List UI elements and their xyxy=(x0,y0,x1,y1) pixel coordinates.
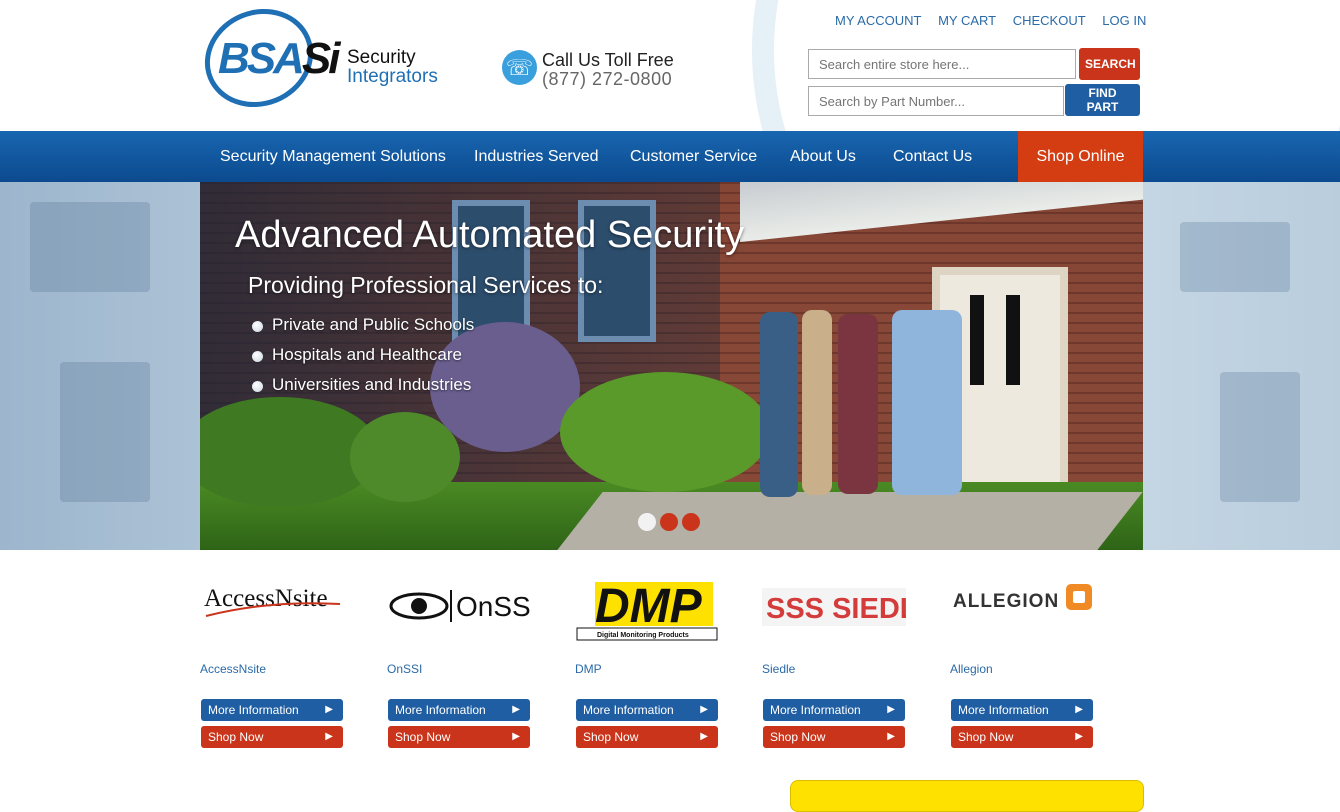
more-information-label: More Information xyxy=(395,703,486,717)
allegion-logo[interactable]: ALLEGION xyxy=(950,570,1094,642)
account-links: MY ACCOUNT MY CART CHECKOUT LOG IN xyxy=(835,13,1159,28)
nav-shop-online[interactable]: Shop Online xyxy=(1018,131,1143,182)
checkout-link[interactable]: CHECKOUT xyxy=(1013,13,1086,28)
brand-name[interactable]: Allegion xyxy=(950,662,993,676)
svg-text:DMP: DMP xyxy=(595,580,703,633)
slider-dot-2[interactable] xyxy=(660,513,678,531)
svg-text:OnSSI: OnSSI xyxy=(456,591,531,622)
nav-industries-served[interactable]: Industries Served xyxy=(474,131,599,182)
shop-now-button[interactable]: Shop Now ▶ xyxy=(763,726,905,748)
hero-list-item: Universities and Industries xyxy=(252,375,474,405)
site-header: BSASi Security Integrators ☏ Call Us Tol… xyxy=(0,0,1340,131)
brand-name[interactable]: Siedle xyxy=(762,662,795,676)
hero-list-item: Hospitals and Healthcare xyxy=(252,345,474,375)
log-in-link[interactable]: LOG IN xyxy=(1102,13,1146,28)
site-logo[interactable]: BSASi Security Integrators xyxy=(190,0,445,124)
onssi-logo[interactable]: OnSSI xyxy=(387,570,531,642)
nav-about-us[interactable]: About Us xyxy=(790,131,856,182)
brand-name[interactable]: DMP xyxy=(575,662,602,676)
arrow-right-icon: ▶ xyxy=(1075,704,1083,715)
slider-pagination xyxy=(638,513,704,536)
hero-photo-person xyxy=(838,314,878,494)
arrow-right-icon: ▶ xyxy=(325,731,333,742)
hero-subtitle: Providing Professional Services to: xyxy=(248,272,604,298)
shop-now-button[interactable]: Shop Now ▶ xyxy=(388,726,530,748)
arrow-right-icon: ▶ xyxy=(700,704,708,715)
hero-photo-person xyxy=(802,310,832,495)
my-account-link[interactable]: MY ACCOUNT xyxy=(835,13,921,28)
my-cart-link[interactable]: MY CART xyxy=(938,13,996,28)
brand-name[interactable]: AccessNsite xyxy=(200,662,266,676)
promo-banner[interactable] xyxy=(790,780,1144,812)
search-button[interactable]: SEARCH xyxy=(1079,48,1140,80)
arrow-right-icon: ▶ xyxy=(887,731,895,742)
logo-subtitle-integrators: Integrators xyxy=(347,66,438,87)
search-input[interactable] xyxy=(808,49,1076,79)
shop-now-label: Shop Now xyxy=(208,730,264,744)
phone-label: Call Us Toll Free xyxy=(542,50,674,70)
main-nav: Security Management Solutions Industries… xyxy=(0,131,1340,182)
svg-text:SSS SIEDLE: SSS SIEDLE xyxy=(766,593,906,625)
shop-now-label: Shop Now xyxy=(583,730,639,744)
more-information-button[interactable]: More Information ▶ xyxy=(201,699,343,721)
dmp-logo[interactable]: DMP Digital Monitoring Products xyxy=(575,570,719,642)
logo-wordmark: BSASi xyxy=(218,34,340,83)
find-part-button[interactable]: FIND PART xyxy=(1065,84,1140,116)
more-information-button[interactable]: More Information ▶ xyxy=(388,699,530,721)
arrow-right-icon: ▶ xyxy=(1075,731,1083,742)
more-information-label: More Information xyxy=(958,703,1049,717)
hero-slider[interactable]: Advanced Automated Security Providing Pr… xyxy=(200,182,1143,550)
brand-name[interactable]: OnSSI xyxy=(387,662,422,676)
arrow-right-icon: ▶ xyxy=(512,704,520,715)
hero-title: Advanced Automated Security xyxy=(235,214,745,256)
more-information-label: More Information xyxy=(770,703,861,717)
more-information-label: More Information xyxy=(583,703,674,717)
hero-photo-bush xyxy=(560,372,770,492)
part-number-input[interactable] xyxy=(808,86,1064,116)
more-information-label: More Information xyxy=(208,703,299,717)
hero-photo-bush xyxy=(350,412,460,502)
slider-dot-3[interactable] xyxy=(682,513,700,531)
shop-now-label: Shop Now xyxy=(958,730,1014,744)
hero-services-list: Private and Public Schools Hospitals and… xyxy=(252,315,474,405)
more-information-button[interactable]: More Information ▶ xyxy=(576,699,718,721)
shop-now-label: Shop Now xyxy=(770,730,826,744)
nav-customer-service[interactable]: Customer Service xyxy=(630,131,757,182)
more-information-button[interactable]: More Information ▶ xyxy=(763,699,905,721)
shop-now-button[interactable]: Shop Now ▶ xyxy=(951,726,1093,748)
shop-now-label: Shop Now xyxy=(395,730,451,744)
shop-now-button[interactable]: Shop Now ▶ xyxy=(201,726,343,748)
phone-icon: ☏ xyxy=(502,50,537,85)
nav-security-management-solutions[interactable]: Security Management Solutions xyxy=(220,131,446,182)
slider-dot-1[interactable] xyxy=(638,513,656,531)
accessnsite-logo[interactable]: AccessNsite xyxy=(200,570,344,642)
more-information-button[interactable]: More Information ▶ xyxy=(951,699,1093,721)
svg-text:ALLEGION: ALLEGION xyxy=(953,591,1059,612)
arrow-right-icon: ▶ xyxy=(512,731,520,742)
svg-text:Digital Monitoring Products: Digital Monitoring Products xyxy=(597,632,689,639)
arrow-right-icon: ▶ xyxy=(887,704,895,715)
shop-now-button[interactable]: Shop Now ▶ xyxy=(576,726,718,748)
svg-text:AccessNsite: AccessNsite xyxy=(204,585,328,612)
hero-photo-person xyxy=(892,310,962,495)
hero-photo-person xyxy=(760,312,798,497)
arrow-right-icon: ▶ xyxy=(700,731,708,742)
hero-list-item: Private and Public Schools xyxy=(252,315,474,345)
nav-contact-us[interactable]: Contact Us xyxy=(893,131,972,182)
siedle-logo[interactable]: SSS SIEDLE xyxy=(762,570,906,642)
arrow-right-icon: ▶ xyxy=(325,704,333,715)
phone-number[interactable]: (877) 272-0800 xyxy=(542,69,672,90)
